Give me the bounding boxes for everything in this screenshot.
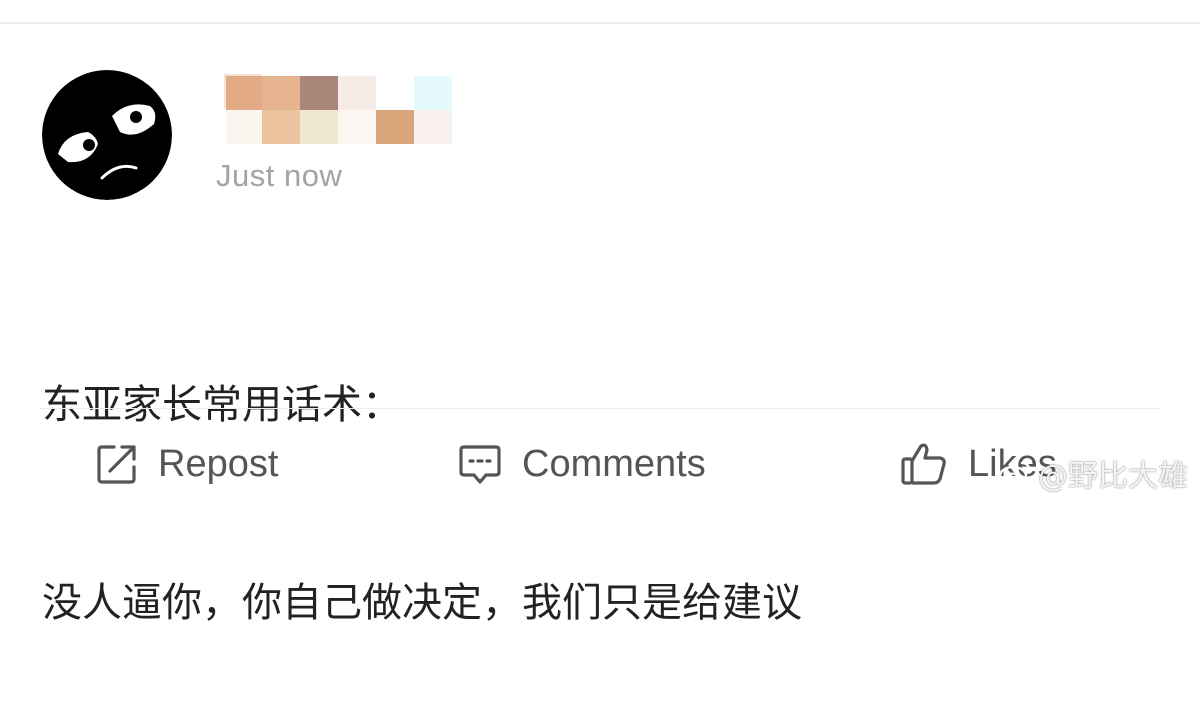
watermark-text: @野比大雄 bbox=[1038, 451, 1188, 495]
thumbs-up-icon bbox=[900, 441, 948, 487]
repost-label: Repost bbox=[158, 443, 278, 486]
weibo-logo-icon bbox=[998, 459, 1032, 487]
post-text-line-1: 东亚家长常用话术： bbox=[42, 372, 802, 438]
post-timestamp: Just now bbox=[216, 158, 342, 194]
actions-divider bbox=[40, 408, 1160, 409]
weibo-watermark: @野比大雄 bbox=[998, 451, 1188, 495]
username-obscured bbox=[186, 72, 456, 142]
comment-icon bbox=[458, 443, 502, 485]
post-text-line-2: 没人逼你，你自己做决定，我们只是给建议 bbox=[42, 570, 802, 636]
annoyed-face-icon bbox=[42, 70, 172, 200]
comments-label: Comments bbox=[522, 443, 706, 486]
repost-icon bbox=[96, 443, 138, 485]
comments-button[interactable]: Comments bbox=[458, 436, 706, 492]
avatar[interactable] bbox=[42, 70, 172, 200]
top-divider bbox=[0, 22, 1200, 24]
repost-button[interactable]: Repost bbox=[96, 436, 278, 492]
